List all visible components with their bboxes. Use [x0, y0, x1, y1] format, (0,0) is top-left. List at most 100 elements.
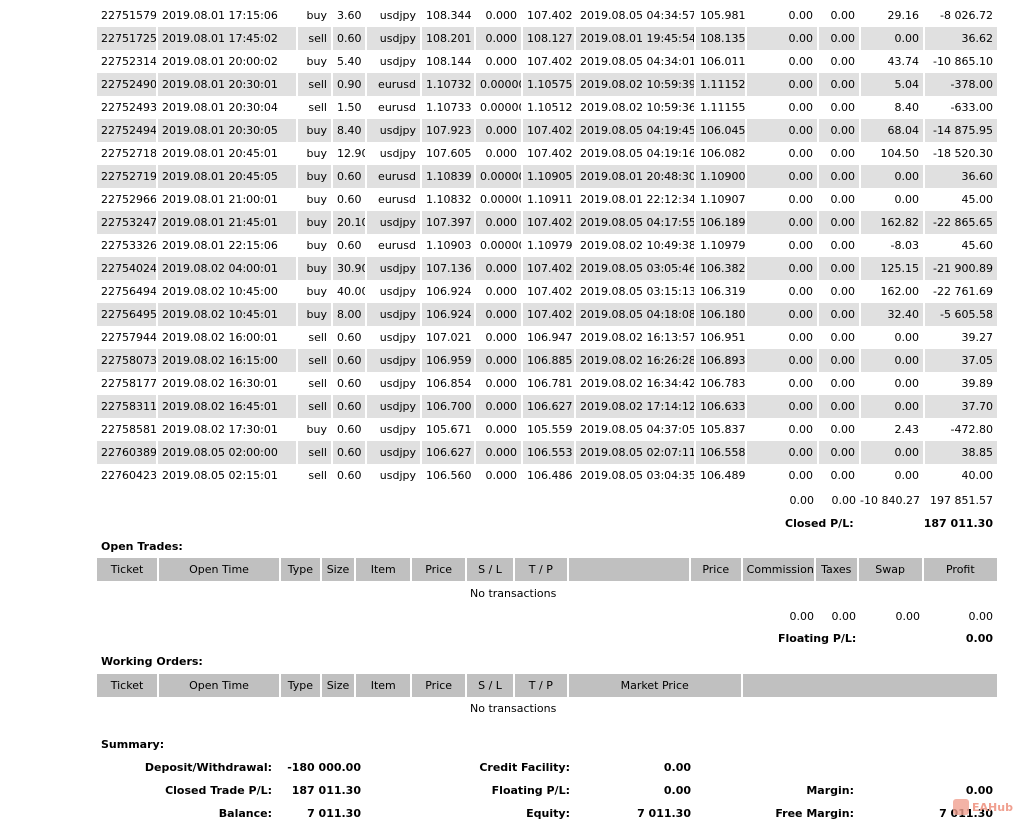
cell-tp: 107.402 — [522, 257, 576, 280]
cell-sl: 0.00000 — [475, 188, 523, 211]
cell-swap: 43.74 — [860, 50, 925, 73]
cell-open-time: 2019.08.01 17:15:06 — [157, 4, 298, 27]
cell-profit: 37.70 — [924, 395, 997, 418]
cell-size: 0.60 — [332, 165, 367, 188]
cell-commission: 0.00 — [746, 211, 819, 234]
cell-swap: 0.00 — [860, 464, 925, 487]
cell-close-price: 1.10907 — [695, 188, 747, 211]
cell-tp: 105.559 — [522, 418, 576, 441]
cell-taxes: 0.00 — [818, 211, 861, 234]
table-row: 22753247 2019.08.01 21:45:01 buy 20.10 usdjp… — [97, 211, 997, 234]
cell-taxes: 0.00 — [818, 395, 861, 418]
column-header: T / P — [513, 558, 569, 581]
column-header: Price — [411, 558, 468, 581]
cell-type: buy — [297, 119, 333, 142]
cell-taxes: 0.00 — [818, 464, 861, 487]
cell-sl: 0.000 — [475, 464, 523, 487]
cell-swap: 32.40 — [860, 303, 925, 326]
cell-open-time: 2019.08.02 16:15:00 — [157, 349, 298, 372]
closed-total-swap: -10 840.27 — [860, 494, 920, 507]
cell-profit: 37.05 — [924, 349, 997, 372]
cell-profit: 45.00 — [961, 193, 994, 206]
cell-ticket: 22752494 — [97, 119, 158, 142]
balance-value: 7 011.30 — [307, 807, 361, 820]
table-row: 22752966 2019.08.01 21:00:01 buy 0.60 eurusd… — [97, 188, 997, 211]
cell-open-time: 2019.08.01 21:00:01 — [157, 188, 298, 211]
cell-tp: 106.486 — [522, 464, 576, 487]
cell-swap: -8.03 — [860, 234, 925, 257]
equity-value: 7 011.30 — [637, 807, 691, 820]
cell-size: 0.60 — [332, 418, 367, 441]
cell-swap: 125.15 — [860, 257, 925, 280]
cell-open-time: 2019.08.02 10:45:00 — [157, 280, 298, 303]
cell-open-time: 2019.08.01 17:45:02 — [157, 27, 298, 50]
cell-swap: 29.16 — [860, 4, 925, 27]
cell-ticket: 22757944 — [97, 326, 158, 349]
cell-open-time: 2019.08.01 21:45:01 — [157, 211, 298, 234]
cell-ticket: 22752493 — [97, 96, 158, 119]
cell-close-price: 106.045 — [695, 119, 747, 142]
table-row: 22756494 2019.08.02 10:45:00 buy 40.00 usdjp… — [97, 280, 997, 303]
cell-close-price: 106.558 — [695, 441, 747, 464]
cell-commission: 0.00 — [746, 326, 819, 349]
cell-close-price: 108.135 — [695, 27, 747, 50]
cell-ticket: 22752490 — [97, 73, 158, 96]
cell-tp: 1.10575 — [522, 73, 576, 96]
floating-value: 0.00 — [663, 784, 691, 797]
column-header: Type — [280, 674, 322, 697]
margin-value: 0.00 — [965, 784, 993, 797]
cell-ticket: 22760423 — [97, 464, 158, 487]
cell-sl: 0.000 — [475, 257, 523, 280]
table-row: 22751579 2019.08.01 17:15:06 buy 3.60 usdjpy… — [97, 4, 997, 27]
cell-close-time: 2019.08.05 04:34:01 — [575, 50, 696, 73]
cell-size: 40.00 — [332, 280, 367, 303]
cell-sl: 0.000 — [475, 119, 523, 142]
column-header — [741, 674, 997, 697]
cell-price: 1.10832 — [421, 188, 476, 211]
credit-value: 0.00 — [663, 761, 691, 774]
cell-commission: 0.00 — [746, 142, 819, 165]
table-row: 22756495 2019.08.02 10:45:01 buy 8.00 usdjpy… — [97, 303, 997, 326]
cell-taxes: 0.00 — [818, 326, 861, 349]
cell-size: 20.10 — [332, 211, 367, 234]
cell-swap: 0.00 — [860, 188, 925, 211]
cell-tp: 1.10905 — [522, 165, 576, 188]
closed-pl-label: Closed P/L: — [785, 517, 854, 530]
cell-tp: 108.127 — [522, 27, 576, 50]
cell-type: buy — [297, 188, 333, 211]
cell-profit: -5 605.58 — [924, 303, 997, 326]
cell-open-time: 2019.08.05 02:00:00 — [157, 441, 298, 464]
cell-commission: 0.00 — [746, 395, 819, 418]
cell-price: 1.10903 — [421, 234, 476, 257]
cell-type: buy — [297, 4, 333, 27]
cell-type: sell — [297, 73, 333, 96]
cell-item: usdjpy — [366, 142, 422, 165]
column-header: Type — [280, 558, 322, 581]
column-header: T / P — [513, 674, 569, 697]
cell-close-time: 2019.08.01 22:12:34 — [575, 188, 696, 211]
cell-taxes: 0.00 — [818, 280, 861, 303]
cell-swap: 162.82 — [860, 211, 925, 234]
cell-item: usdjpy — [366, 441, 422, 464]
cell-tp: 107.402 — [522, 4, 576, 27]
cell-item: usdjpy — [366, 280, 422, 303]
table-row: 22752719 2019.08.01 20:45:05 buy 0.60 eurusd… — [97, 165, 997, 188]
cell-price: 107.397 — [421, 211, 476, 234]
cell-item: usdjpy — [366, 257, 422, 280]
column-header: Open Time — [158, 674, 282, 697]
cell-type: buy — [297, 142, 333, 165]
cell-tp: 106.553 — [522, 441, 576, 464]
open-trades-title: Open Trades: — [101, 540, 183, 553]
cell-type: buy — [297, 280, 333, 303]
cell-close-price: 106.180 — [695, 303, 747, 326]
cell-size: 0.60 — [332, 234, 367, 257]
cell-taxes: 0.00 — [818, 165, 861, 188]
cell-tp: 1.10512 — [522, 96, 576, 119]
cell-taxes: 0.00 — [818, 234, 861, 257]
cell-sl: 0.000 — [475, 395, 523, 418]
cell-profit: 40.00 — [961, 469, 994, 482]
cell-type: buy — [297, 234, 333, 257]
cell-size: 0.60 — [332, 441, 367, 464]
cell-swap: 0.00 — [860, 165, 925, 188]
cell-price: 1.10733 — [421, 96, 476, 119]
